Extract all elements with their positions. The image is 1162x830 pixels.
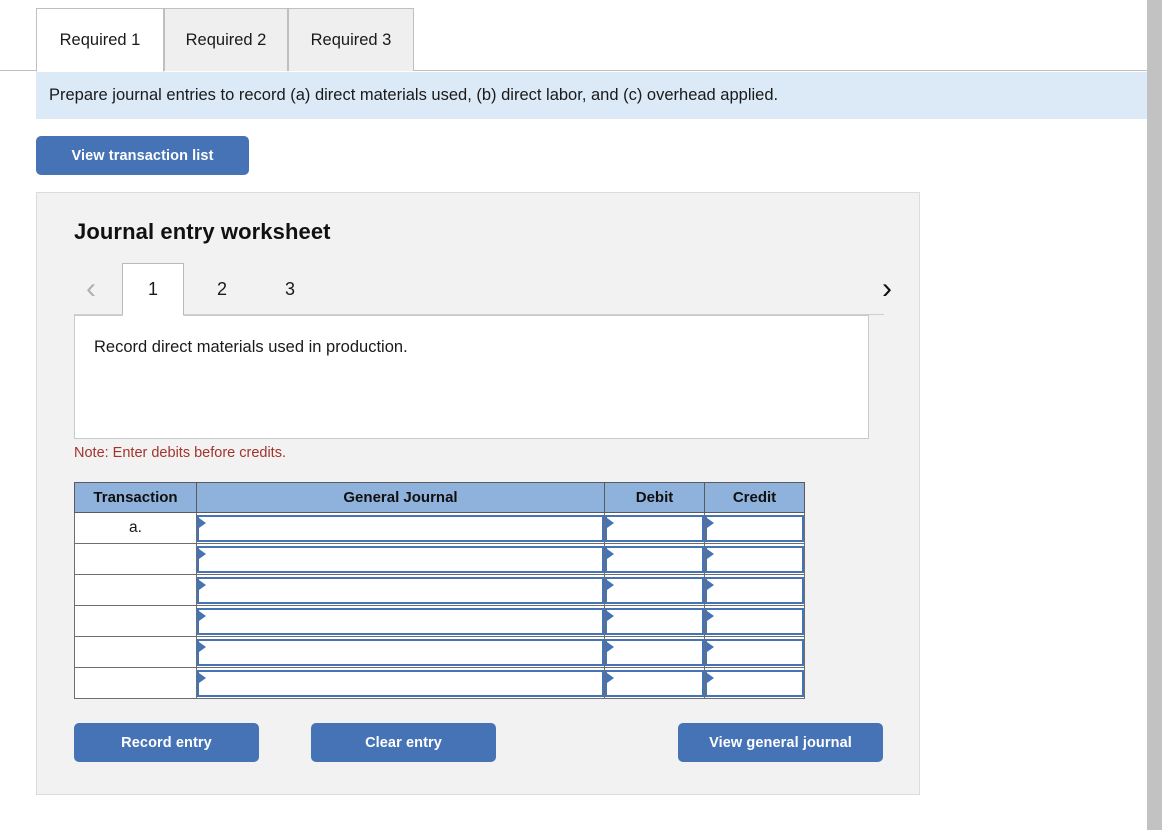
credit-input-field[interactable] (705, 545, 804, 573)
table-row (74, 574, 805, 606)
debit-cell[interactable] (604, 574, 705, 606)
table-row (74, 667, 805, 699)
debit-input-field[interactable] (605, 514, 704, 542)
credit-input-field[interactable] (705, 638, 804, 666)
clear-entry-button[interactable]: Clear entry (311, 723, 496, 762)
worksheet-page-1-label: 1 (147, 279, 158, 299)
worksheet-page-1[interactable]: 1 (122, 263, 184, 316)
journal-entry-worksheet-panel: Journal entry worksheet ‹ 1 2 3 › Record… (36, 192, 920, 795)
column-header-general-journal: General Journal (196, 482, 605, 513)
tab-required-2[interactable]: Required 2 (164, 8, 288, 71)
debit-cell[interactable] (604, 512, 705, 544)
transaction-label-cell (74, 667, 197, 699)
general-journal-cell[interactable] (196, 605, 605, 637)
tab-required-3-label: Required 3 (310, 30, 392, 49)
debit-input-field[interactable] (605, 638, 704, 666)
credit-input-field[interactable] (705, 514, 804, 542)
account-select-field[interactable] (197, 607, 604, 635)
credit-cell[interactable] (704, 667, 805, 699)
transaction-label-cell (74, 543, 197, 575)
tab-required-1[interactable]: Required 1 (36, 8, 164, 72)
account-select-field[interactable] (197, 514, 604, 542)
account-select-field[interactable] (197, 638, 604, 666)
credit-input-field[interactable] (705, 576, 804, 604)
view-general-journal-button[interactable]: View general journal (678, 723, 883, 762)
worksheet-pager: ‹ 1 2 3 › (74, 263, 892, 316)
column-header-credit: Credit (704, 482, 805, 513)
general-journal-cell[interactable] (196, 512, 605, 544)
credit-cell[interactable] (704, 574, 805, 606)
worksheet-page-3[interactable]: 3 (259, 263, 321, 315)
column-header-debit: Debit (604, 482, 705, 513)
debit-input-field[interactable] (605, 607, 704, 635)
general-journal-cell[interactable] (196, 574, 605, 606)
credit-cell[interactable] (704, 543, 805, 575)
page-scrollbar[interactable] (1147, 0, 1162, 830)
debit-cell[interactable] (604, 543, 705, 575)
chevron-left-icon[interactable]: ‹ (74, 269, 108, 309)
general-journal-cell[interactable] (196, 543, 605, 575)
requirement-tabs: Required 1 Required 2 Required 3 (0, 0, 1147, 72)
transaction-label-cell (74, 636, 197, 668)
instruction-banner: Prepare journal entries to record (a) di… (36, 72, 1147, 119)
worksheet-page-2-label: 2 (216, 278, 227, 299)
column-header-transaction: Transaction (74, 482, 197, 513)
entry-description-box: Record direct materials used in producti… (74, 315, 869, 439)
table-row (74, 543, 805, 575)
credit-cell[interactable] (704, 605, 805, 637)
transaction-label-cell (74, 605, 197, 637)
chevron-right-icon[interactable]: › (870, 269, 904, 309)
debit-input-field[interactable] (605, 669, 704, 697)
page-content: Required 1 Required 2 Required 3 Prepare… (0, 0, 1147, 830)
next-page-glyph: › (882, 272, 892, 305)
tab-required-2-label: Required 2 (185, 30, 267, 49)
transaction-label-cell (74, 574, 197, 606)
table-header-row: Transaction General Journal Debit Credit (74, 482, 805, 513)
general-journal-cell[interactable] (196, 636, 605, 668)
debit-cell[interactable] (604, 667, 705, 699)
debit-input-field[interactable] (605, 545, 704, 573)
prev-page-glyph: ‹ (86, 272, 96, 305)
instruction-text: Prepare journal entries to record (a) di… (49, 86, 779, 104)
debit-cell[interactable] (604, 605, 705, 637)
journal-entry-table: Transaction General Journal Debit Credit… (74, 482, 805, 699)
credit-input-field[interactable] (705, 669, 804, 697)
worksheet-page-3-label: 3 (284, 278, 295, 299)
debit-cell[interactable] (604, 636, 705, 668)
account-select-field[interactable] (197, 576, 604, 604)
record-entry-button[interactable]: Record entry (74, 723, 259, 762)
credit-cell[interactable] (704, 512, 805, 544)
debits-before-credits-note: Note: Enter debits before credits. (74, 445, 286, 461)
page-root: Required 1 Required 2 Required 3 Prepare… (0, 0, 1162, 830)
entry-description-text: Record direct materials used in producti… (94, 338, 408, 356)
account-select-field[interactable] (197, 545, 604, 573)
debit-input-field[interactable] (605, 576, 704, 604)
account-select-field[interactable] (197, 669, 604, 697)
tab-required-3[interactable]: Required 3 (288, 8, 414, 71)
general-journal-cell[interactable] (196, 667, 605, 699)
worksheet-title: Journal entry worksheet (74, 219, 331, 244)
credit-cell[interactable] (704, 636, 805, 668)
credit-input-field[interactable] (705, 607, 804, 635)
view-transaction-list-button[interactable]: View transaction list (36, 136, 249, 175)
worksheet-page-2[interactable]: 2 (191, 263, 253, 315)
table-row (74, 636, 805, 668)
table-row: a. (74, 512, 805, 544)
scrollbar-thumb[interactable] (1147, 0, 1162, 830)
tab-required-1-label: Required 1 (59, 30, 141, 49)
table-row (74, 605, 805, 637)
transaction-label-cell: a. (74, 512, 197, 544)
